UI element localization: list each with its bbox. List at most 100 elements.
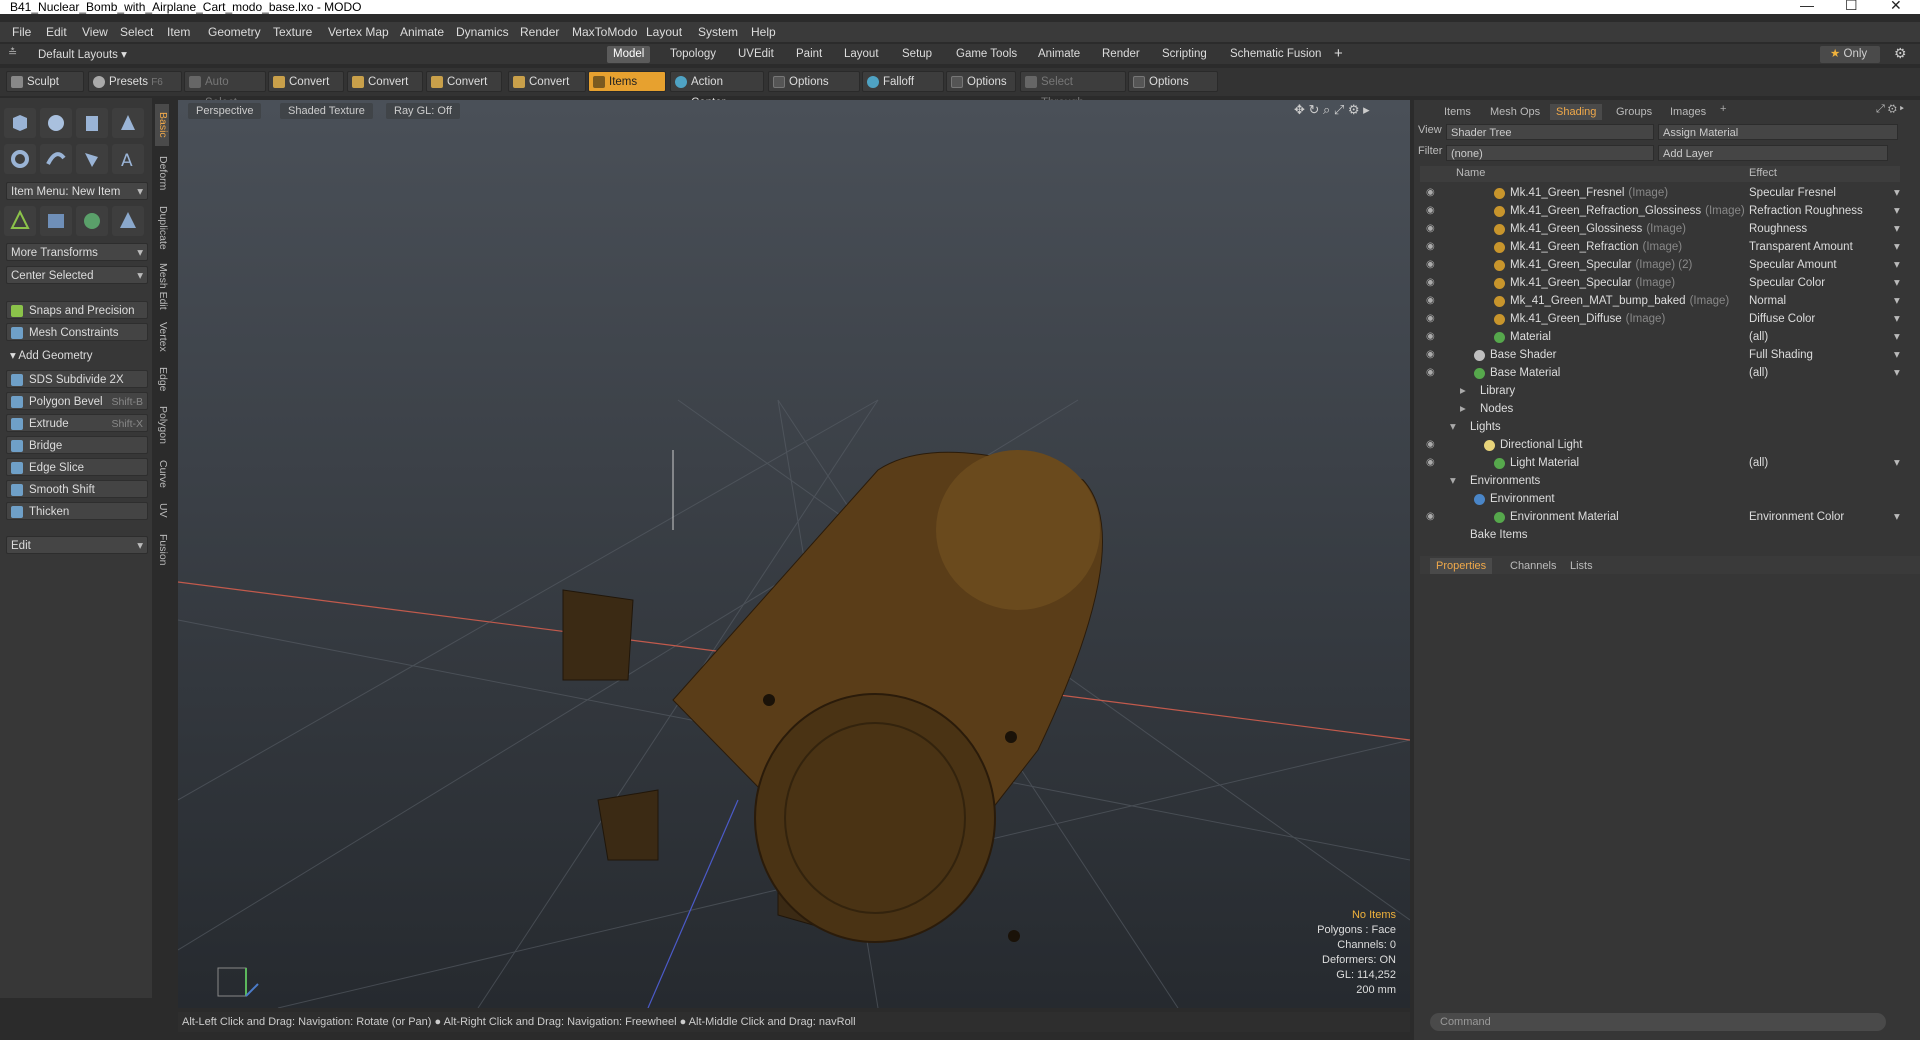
smooth-shift-button[interactable]: Smooth Shift	[6, 480, 148, 498]
tab-animate[interactable]: Animate	[1032, 46, 1086, 63]
tab-model[interactable]: Model	[607, 46, 651, 63]
menu-geometry[interactable]: Geometry	[208, 25, 261, 39]
tree-row[interactable]: ▾ Environments	[1420, 472, 1900, 490]
effect-dropdown[interactable]: Full Shading	[1749, 346, 1900, 364]
3d-viewport[interactable]: Perspective Shaded Texture Ray GL: Off ✥…	[178, 100, 1410, 1008]
cube-primitive-icon[interactable]	[4, 108, 36, 138]
tree-row[interactable]: ◉ Mk.41_Green_Specular (Image) (2) Specular…	[1420, 256, 1900, 274]
tree-row[interactable]: ▾ Lights	[1420, 418, 1900, 436]
expand-toggle-icon[interactable]: ▾	[1450, 472, 1456, 490]
tree-row[interactable]: ◉ Material (all)	[1420, 328, 1901, 346]
sculpt-button[interactable]: Sculpt	[6, 71, 84, 92]
command-input[interactable]: Command	[1430, 1013, 1886, 1031]
tab-paint[interactable]: Paint	[790, 46, 828, 63]
tab-shading[interactable]: Shading	[1550, 104, 1603, 120]
tree-row[interactable]: ◉ Base Shader Full Shading	[1420, 346, 1900, 364]
expand-toggle-icon[interactable]: ▸	[1460, 382, 1466, 400]
effect-dropdown[interactable]: (all)	[1749, 328, 1901, 346]
minimize-icon[interactable]: —	[1800, 0, 1814, 12]
raygl-button[interactable]: Ray GL: Off	[386, 103, 460, 119]
tab-channels[interactable]: Channels	[1504, 558, 1562, 574]
item-menu-dropdown[interactable]: Item Menu: New Item	[6, 182, 148, 201]
convert-button-4[interactable]: Convert	[508, 71, 586, 92]
sphere-primitive-icon[interactable]	[40, 108, 72, 138]
tree-row[interactable]: ◉ Mk.41_Green_Specular (Image) Specular Col…	[1420, 274, 1900, 292]
tab-items[interactable]: Items	[1438, 104, 1477, 120]
vtab-fusion[interactable]: Fusion	[155, 530, 169, 570]
center-selected-dropdown[interactable]: Center Selected	[6, 266, 148, 285]
menu-select[interactable]: Select	[120, 25, 153, 39]
perspective-button[interactable]: Perspective	[188, 103, 262, 119]
visibility-eye-icon[interactable]: ◉	[1426, 328, 1438, 342]
visibility-eye-icon[interactable]: ◉	[1426, 454, 1438, 468]
cone-primitive-icon[interactable]	[112, 108, 144, 138]
visibility-eye-icon[interactable]: ◉	[1426, 364, 1438, 378]
tab-schematic-fusion[interactable]: Schematic Fusion	[1224, 46, 1327, 63]
column-effect[interactable]: Effect	[1749, 167, 1777, 179]
visibility-eye-icon[interactable]: ◉	[1426, 184, 1438, 198]
extrude-button[interactable]: Extrude Shift-X	[6, 414, 148, 432]
close-icon[interactable]: ✕	[1890, 0, 1902, 12]
viewport-nav-icons[interactable]: ✥ ↻ ⌕ ⤢ ⚙ ▸	[1294, 102, 1370, 118]
torus-primitive-icon[interactable]	[4, 144, 36, 174]
convert-button-1[interactable]: Convert	[268, 71, 344, 92]
tree-row[interactable]: Environment	[1420, 490, 1900, 508]
tab-layout[interactable]: Layout	[838, 46, 885, 63]
effect-dropdown[interactable]: Specular Amount	[1749, 256, 1899, 274]
effect-dropdown[interactable]: (all)	[1749, 364, 1901, 382]
visibility-eye-icon[interactable]: ◉	[1426, 202, 1438, 216]
default-layouts-dropdown[interactable]: Default Layouts ▾	[38, 47, 127, 61]
tree-row[interactable]: ◉ Directional Light	[1420, 436, 1900, 454]
tree-row[interactable]: ◉ Mk.41_Green_Refraction_Glossiness (Image…	[1420, 202, 1900, 220]
tree-row[interactable]: ◉ Mk.41_Green_Glossiness (Image) Roughness	[1420, 220, 1900, 238]
menu-edit[interactable]: Edit	[46, 25, 67, 39]
assign-material-button[interactable]: Assign Material	[1658, 124, 1898, 140]
only-toggle[interactable]: ★ Only	[1820, 46, 1880, 63]
vtab-vertex[interactable]: Vertex	[155, 316, 169, 358]
tab-properties[interactable]: Properties	[1430, 558, 1493, 574]
menu-layout[interactable]: Layout	[646, 25, 682, 39]
tree-row[interactable]: ◉ Mk.41_Green_Diffuse (Image) Diffuse Color	[1420, 310, 1900, 328]
menu-texture[interactable]: Texture	[273, 25, 312, 39]
convert-button-2[interactable]: Convert	[347, 71, 423, 92]
effect-dropdown[interactable]: Specular Color	[1749, 274, 1900, 292]
text-tool-icon[interactable]: A	[112, 144, 144, 174]
edit-dropdown[interactable]: Edit	[6, 536, 148, 555]
convert-button-3[interactable]: Convert	[426, 71, 502, 92]
effect-dropdown[interactable]: Specular Fresnel	[1749, 184, 1900, 202]
expand-toggle-icon[interactable]: ▾	[1450, 418, 1456, 436]
effect-dropdown[interactable]: Environment Color	[1749, 508, 1900, 526]
vtab-duplicate[interactable]: Duplicate	[155, 200, 169, 256]
action-center-button[interactable]: Action Center	[670, 71, 764, 109]
visibility-eye-icon[interactable]: ◉	[1426, 256, 1438, 270]
tab-mesh-ops[interactable]: Mesh Ops	[1484, 104, 1546, 120]
tree-row[interactable]: Bake Items	[1420, 526, 1900, 544]
menu-vertex-map[interactable]: Vertex Map	[328, 25, 389, 39]
vtab-curve[interactable]: Curve	[155, 454, 169, 494]
vtab-deform[interactable]: Deform	[155, 150, 169, 196]
tab-scripting[interactable]: Scripting	[1156, 46, 1213, 63]
presets-button[interactable]: Presets F6	[88, 71, 182, 92]
polygon-bevel-button[interactable]: Polygon Bevel Shift-B	[6, 392, 148, 410]
add-tab-icon[interactable]: +	[1720, 103, 1726, 115]
visibility-eye-icon[interactable]: ◉	[1426, 436, 1438, 450]
tree-row[interactable]: ▸ Nodes	[1420, 400, 1900, 418]
menu-render[interactable]: Render	[520, 25, 559, 39]
column-name[interactable]: Name	[1456, 167, 1485, 179]
vtab-edge[interactable]: Edge	[155, 362, 169, 396]
thicken-button[interactable]: Thicken	[6, 502, 148, 520]
pen-tool-icon[interactable]	[76, 144, 108, 174]
auto-select-button[interactable]: Auto Select	[184, 71, 266, 109]
vtab-mesh-edit[interactable]: Mesh Edit	[155, 260, 169, 312]
add-layer-dropdown[interactable]: Add Layer	[1658, 145, 1888, 161]
effect-dropdown[interactable]: Roughness	[1749, 220, 1900, 238]
more-transforms-dropdown[interactable]: More Transforms	[6, 243, 148, 262]
tree-row[interactable]: ◉ Mk.41_Green_Refraction (Image) Transparen…	[1420, 238, 1900, 256]
vtab-basic[interactable]: Basic	[155, 104, 169, 146]
tree-row[interactable]: ▸ Library	[1420, 382, 1900, 400]
visibility-eye-icon[interactable]: ◉	[1426, 238, 1438, 252]
tab-lists[interactable]: Lists	[1564, 558, 1599, 574]
visibility-eye-icon[interactable]: ◉	[1426, 508, 1438, 522]
select-through-button[interactable]: Select Through	[1020, 71, 1126, 109]
add-tab-icon[interactable]: +	[1334, 45, 1343, 62]
